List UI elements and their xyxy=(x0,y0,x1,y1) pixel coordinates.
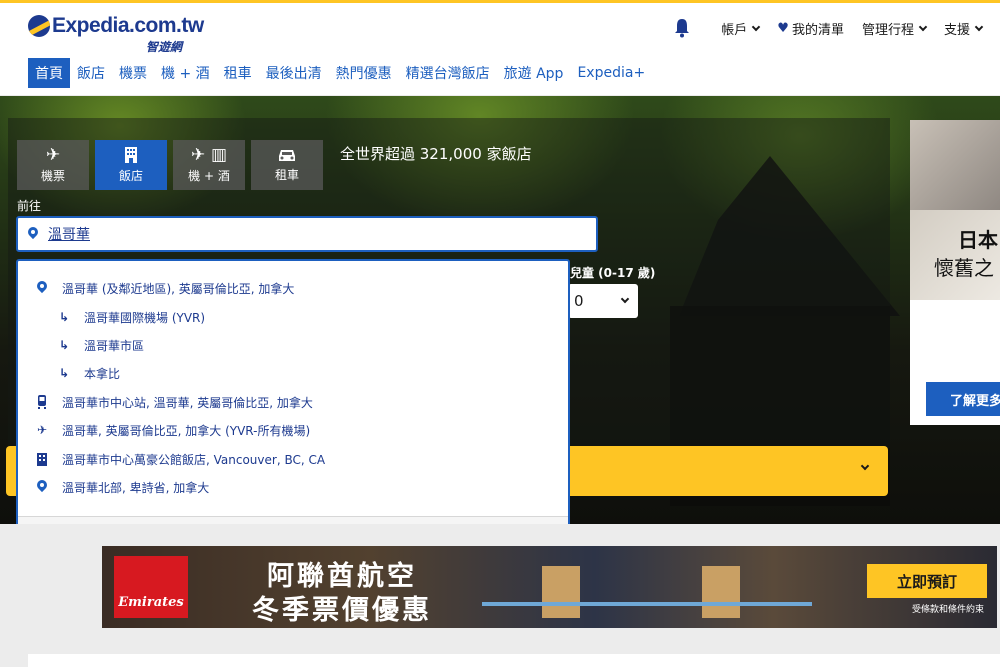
hotel-icon xyxy=(32,452,52,466)
sub-arrow-icon: ↳ xyxy=(58,366,70,380)
manage-trips-menu[interactable]: 管理行程 xyxy=(861,19,928,38)
suggestion-item[interactable]: 溫哥華北部, 卑詩省, 加拿大 xyxy=(32,473,209,501)
tab-flight-hotel[interactable]: ✈ ▥ 機 + 酒 xyxy=(173,140,245,190)
tab-label: 飯店 xyxy=(118,169,143,183)
children-value: 0 xyxy=(574,292,584,310)
nav-hotels[interactable]: 飯店 xyxy=(70,58,112,88)
suggestion-text: 溫哥華北部, 卑詩省, 加拿大 xyxy=(62,480,210,495)
support-menu[interactable]: 支援 xyxy=(943,19,984,38)
account-label: 帳戶 xyxy=(721,22,748,38)
wishlist-link[interactable]: ♥ 我的清單 xyxy=(777,19,844,38)
promo-learn-more-button[interactable]: 了解更多 xyxy=(926,382,1000,416)
nav-travel-app[interactable]: 旅遊 App xyxy=(497,58,571,88)
logo-subtitle: 智遊網 xyxy=(146,40,183,54)
destination-label: 前往 xyxy=(17,199,42,213)
suggestion-text: 溫哥華, 英屬哥倫比亞, 加拿大 (YVR-所有機場) xyxy=(62,423,311,438)
destination-suggestions-dropdown: 溫哥華 (及鄰近地區), 英屬哥倫比亞, 加拿大 ↳ 溫哥華國際機場 (YVR)… xyxy=(16,259,570,546)
chevron-down-icon xyxy=(752,22,761,31)
search-type-tabs: ✈ 機票 飯店 ✈ ▥ 機 + 酒 租車 xyxy=(17,140,329,190)
suggestion-text: 溫哥華市中心萬豪公館飯店, Vancouver, BC, CA xyxy=(62,452,326,467)
location-pin-icon xyxy=(28,227,38,241)
destination-input[interactable]: 溫哥華 xyxy=(16,216,598,252)
suggestion-text: 溫哥華 (及鄰近地區), 英屬哥倫比亞, 加拿大 xyxy=(62,281,295,296)
wishlist-label: 我的清單 xyxy=(791,22,844,38)
suggestion-item[interactable]: 溫哥華 (及鄰近地區), 英屬哥倫比亞, 加拿大 xyxy=(32,274,294,302)
tab-label: 機 + 酒 xyxy=(188,169,230,183)
hotel-icon xyxy=(125,147,137,163)
plane-icon: ✈ xyxy=(36,423,48,437)
tab-cars[interactable]: 租車 xyxy=(251,140,323,190)
suggestion-item[interactable]: ✈ 溫哥華, 英屬哥倫比亞, 加拿大 (YVR-所有機場) xyxy=(32,416,310,444)
suggestion-text: 本拿比 xyxy=(84,366,121,381)
tab-label: 租車 xyxy=(274,168,299,182)
nav-deals[interactable]: 熱門優惠 xyxy=(329,58,399,88)
tower-bridge-image xyxy=(482,560,812,618)
nav-flight-hotel[interactable]: 機 + 酒 xyxy=(154,58,217,88)
account-menu[interactable]: 帳戶 xyxy=(721,19,761,38)
tab-flights[interactable]: ✈ 機票 xyxy=(17,140,89,190)
chevron-down-icon xyxy=(974,22,984,31)
children-select[interactable]: 0 xyxy=(568,284,638,318)
nav-taiwan-hotels[interactable]: 精選台灣飯店 xyxy=(399,58,497,88)
train-icon xyxy=(32,395,52,409)
suggestion-item[interactable]: 溫哥華市中心萬豪公館飯店, Vancouver, BC, CA xyxy=(32,445,325,473)
manage-trips-label: 管理行程 xyxy=(861,22,914,38)
suggestion-text: 溫哥華國際機場 (YVR) xyxy=(84,310,206,325)
heart-icon: ♥ xyxy=(777,20,789,36)
children-label: 兒童 (0-17 歲) xyxy=(570,266,656,280)
globe-icon xyxy=(28,15,50,37)
tab-label: 機票 xyxy=(40,169,65,183)
chevron-down-icon xyxy=(918,22,928,31)
ad-brand-text: Emirates xyxy=(118,595,184,610)
promo-image xyxy=(910,120,1000,210)
suggestion-text: 溫哥華市區 xyxy=(84,338,145,353)
support-label: 支援 xyxy=(943,22,970,38)
location-pin-icon xyxy=(32,480,52,494)
car-icon xyxy=(279,150,295,161)
suggestion-item[interactable]: ↳ 本拿比 xyxy=(54,359,120,387)
ad-subheadline: 冬季票價優惠 xyxy=(252,595,432,626)
location-pin-icon xyxy=(32,281,52,295)
account-menu-bar: 帳戶 ♥ 我的清單 管理行程 支援 xyxy=(673,17,1000,39)
suggestion-item[interactable]: ↳ 溫哥華國際機場 (YVR) xyxy=(54,303,205,331)
tab-hotels[interactable]: 飯店 xyxy=(95,140,167,190)
promo-title: 日本 xyxy=(958,228,998,252)
nav-cars[interactable]: 租車 xyxy=(217,58,259,88)
ad-book-now-button[interactable]: 立即預訂 xyxy=(867,564,987,598)
nav-flights[interactable]: 機票 xyxy=(112,58,154,88)
suggestion-item[interactable]: ↳ 溫哥華市區 xyxy=(54,331,144,359)
emirates-ad-banner[interactable]: Emirates 阿聯酋航空 冬季票價優惠 立即預訂 受條款和條件約束 xyxy=(102,546,997,628)
promo-card: 日本 懷舊之 了解更多 xyxy=(910,120,1000,425)
site-header: Expedia.com.tw 智遊網 帳戶 ♥ 我的清單 管理行程 支援 首頁 飯… xyxy=(0,3,1000,95)
notification-bell-icon[interactable] xyxy=(673,18,691,38)
destination-value: 溫哥華 xyxy=(48,227,90,243)
nav-last-minute[interactable]: 最後出清 xyxy=(259,58,329,88)
sub-arrow-icon: ↳ xyxy=(58,310,70,324)
hero-headline: 全世界超過 321,000 家飯店 xyxy=(340,145,532,163)
suggestion-item[interactable]: 溫哥華市中心站, 溫哥華, 英屬哥倫比亞, 加拿大 xyxy=(32,388,313,416)
nav-home[interactable]: 首頁 xyxy=(28,58,70,88)
main-nav: 首頁 飯店 機票 機 + 酒 租車 最後出清 熱門優惠 精選台灣飯店 旅遊 Ap… xyxy=(28,58,652,88)
chevron-down-icon xyxy=(860,461,870,471)
suggestion-text: 溫哥華市中心站, 溫哥華, 英屬哥倫比亞, 加拿大 xyxy=(62,395,313,410)
ad-terms-text: 受條款和條件約束 xyxy=(912,605,985,615)
expedia-logo[interactable]: Expedia.com.tw 智遊網 xyxy=(28,12,204,56)
plane-hotel-icon: ✈ ▥ xyxy=(190,145,228,165)
promo-subtitle: 懷舊之 xyxy=(934,256,994,280)
content-card xyxy=(28,654,1000,667)
sub-arrow-icon: ↳ xyxy=(58,338,70,352)
emirates-logo: Emirates xyxy=(114,556,188,618)
nav-expedia-plus[interactable]: Expedia+ xyxy=(570,58,652,88)
plane-icon: ✈ xyxy=(45,145,61,165)
logo-text: Expedia.com.tw xyxy=(52,14,204,37)
chevron-down-icon xyxy=(620,294,630,304)
